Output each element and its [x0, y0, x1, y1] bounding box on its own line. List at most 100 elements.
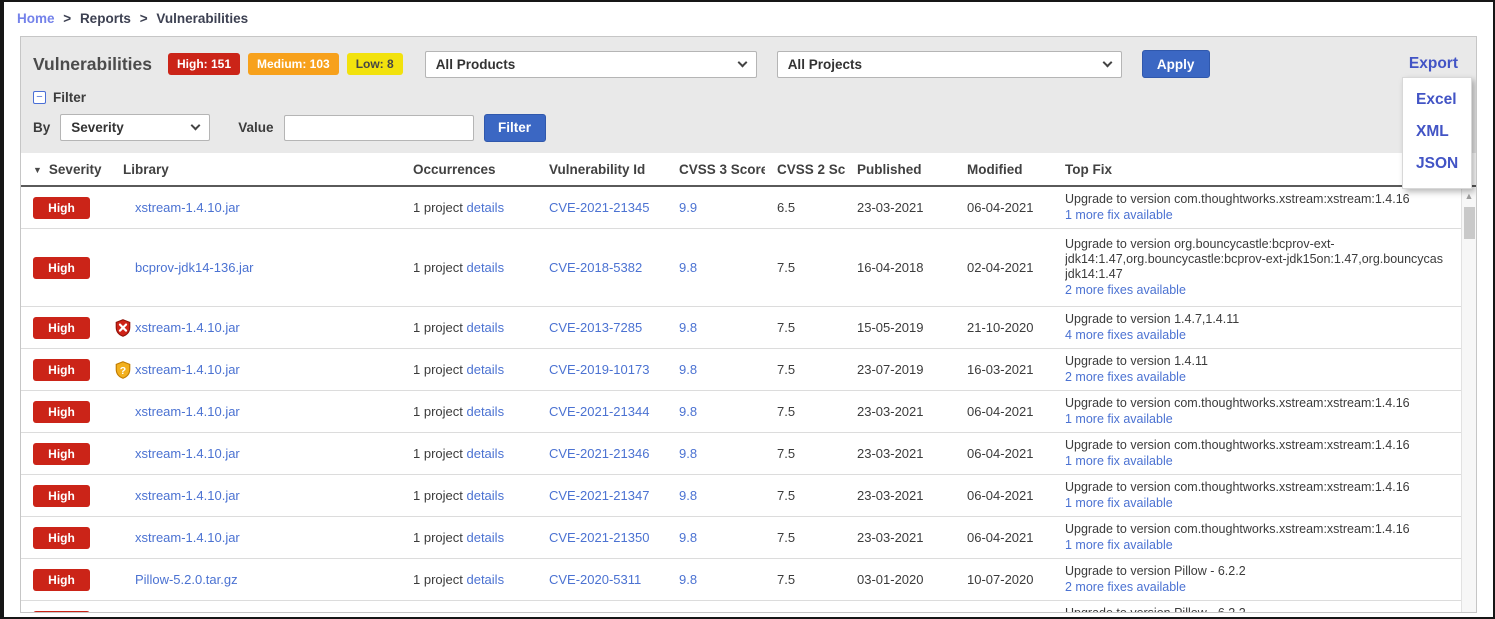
export-menu-item-json[interactable]: JSON	[1416, 148, 1471, 180]
library-link[interactable]: xstream-1.4.10.jar	[135, 488, 240, 503]
severity-badge: High	[33, 569, 90, 591]
collapse-icon[interactable]: −	[33, 91, 46, 104]
cvss2-score-cell: 7.5	[765, 229, 845, 307]
cvss3-score-link[interactable]: 9.8	[679, 362, 697, 377]
more-fixes-link[interactable]: 4 more fixes available	[1065, 328, 1186, 343]
cve-link[interactable]: CVE-2018-5382	[549, 260, 642, 275]
library-link[interactable]: bcprov-jdk14-136.jar	[135, 260, 254, 275]
scroll-up-icon[interactable]: ▲	[1462, 188, 1476, 201]
top-fix-text: Upgrade to version 1.4.11	[1065, 354, 1476, 369]
column-header-occurrences[interactable]: Occurrences	[401, 153, 537, 186]
table-row: Highxstream-1.4.10.jar1 project detailsC…	[21, 433, 1476, 475]
cvss3-score-cell: 9.8	[667, 601, 765, 614]
more-fixes-link[interactable]: 1 more fix available	[1065, 208, 1173, 223]
more-fixes-link[interactable]: 2 more fixes available	[1065, 283, 1186, 298]
library-link[interactable]: xstream-1.4.10.jar	[135, 320, 240, 335]
filter-value-input[interactable]	[284, 115, 474, 141]
scrollbar-thumb[interactable]	[1464, 207, 1475, 239]
occurrences-cell: 1 project details	[401, 433, 537, 475]
top-fix-text: Upgrade to version com.thoughtworks.xstr…	[1065, 192, 1476, 207]
library-cell: xstream-1.4.10.jar	[103, 307, 401, 349]
cve-link[interactable]: CVE-2021-21347	[549, 488, 649, 503]
library-link[interactable]: xstream-1.4.10.jar	[135, 530, 240, 545]
projects-select[interactable]: All Projects	[777, 51, 1122, 78]
library-cell: ?xstream-1.4.10.jar	[103, 349, 401, 391]
vulnerability-id-cell: CVE-2021-21350	[537, 517, 667, 559]
breadcrumb-reports-link[interactable]: Reports	[80, 11, 131, 26]
cvss2-score-cell: 7.5	[765, 433, 845, 475]
library-link[interactable]: xstream-1.4.10.jar	[135, 362, 240, 377]
column-header-modified[interactable]: Modified	[955, 153, 1053, 186]
column-header-severity[interactable]: ▼Severity	[21, 153, 103, 186]
export-link[interactable]: Export	[1409, 55, 1458, 73]
cvss3-score-link[interactable]: 9.8	[679, 488, 697, 503]
details-link[interactable]: details	[466, 200, 504, 215]
column-header-published[interactable]: Published	[845, 153, 955, 186]
filter-by-select[interactable]: Severity	[60, 114, 210, 141]
details-link[interactable]: details	[466, 446, 504, 461]
severity-cell: High	[21, 391, 103, 433]
occurrences-cell: 1 project details	[401, 601, 537, 614]
cvss3-score-link[interactable]: 9.8	[679, 404, 697, 419]
cvss3-score-link[interactable]: 9.8	[679, 320, 697, 335]
export-menu-item-excel[interactable]: Excel	[1416, 84, 1471, 116]
products-select[interactable]: All Products	[425, 51, 757, 78]
more-fixes-link[interactable]: 1 more fix available	[1065, 538, 1173, 553]
more-fixes-link[interactable]: 1 more fix available	[1065, 496, 1173, 511]
filter-button[interactable]: Filter	[484, 114, 546, 142]
published-date-cell: 16-04-2018	[845, 229, 955, 307]
details-link[interactable]: details	[466, 320, 504, 335]
cvss3-score-link[interactable]: 9.8	[679, 260, 697, 275]
cvss2-score-cell: 6.5	[765, 186, 845, 229]
details-link[interactable]: details	[466, 572, 504, 587]
severity-summary-badges: High: 151Medium: 103Low: 8	[168, 53, 403, 75]
more-fixes-link[interactable]: 2 more fixes available	[1065, 370, 1186, 385]
table-row: High?xstream-1.4.10.jar1 project details…	[21, 349, 1476, 391]
cvss3-score-link[interactable]: 9.9	[679, 200, 697, 215]
occurrences-count: 1 project	[413, 200, 466, 215]
published-date-cell: 03-01-2020	[845, 601, 955, 614]
occurrences-cell: 1 project details	[401, 475, 537, 517]
modified-date-cell: 10-07-2020	[955, 559, 1053, 601]
cve-link[interactable]: CVE-2021-21346	[549, 446, 649, 461]
library-link[interactable]: xstream-1.4.10.jar	[135, 200, 240, 215]
column-header-cvss2[interactable]: CVSS 2 Sc...	[765, 153, 845, 186]
occurrences-cell: 1 project details	[401, 349, 537, 391]
cve-link[interactable]: CVE-2021-21350	[549, 530, 649, 545]
cve-link[interactable]: CVE-2013-7285	[549, 320, 642, 335]
severity-badge: High	[33, 257, 90, 279]
details-link[interactable]: details	[466, 404, 504, 419]
cvss3-score-link[interactable]: 9.8	[679, 446, 697, 461]
details-link[interactable]: details	[466, 530, 504, 545]
more-fixes-link[interactable]: 2 more fixes available	[1065, 580, 1186, 595]
column-header-library[interactable]: Library	[103, 153, 401, 186]
vulnerability-id-cell: CVE-2021-21346	[537, 433, 667, 475]
cve-link[interactable]: CVE-2021-21344	[549, 404, 649, 419]
cve-link[interactable]: CVE-2021-21345	[549, 200, 649, 215]
cvss3-score-cell: 9.8	[667, 307, 765, 349]
details-link[interactable]: details	[466, 488, 504, 503]
details-link[interactable]: details	[466, 362, 504, 377]
vertical-scrollbar[interactable]: ▲	[1461, 188, 1476, 613]
library-link[interactable]: xstream-1.4.10.jar	[135, 446, 240, 461]
cve-link[interactable]: CVE-2019-10173	[549, 362, 649, 377]
breadcrumb-home-link[interactable]: Home	[17, 11, 55, 26]
cvss3-score-link[interactable]: 9.8	[679, 530, 697, 545]
more-fixes-link[interactable]: 1 more fix available	[1065, 412, 1173, 427]
column-header-cvss3[interactable]: CVSS 3 Score	[667, 153, 765, 186]
cvss3-score-link[interactable]: 9.8	[679, 572, 697, 587]
table-row: High xstream-1.4.10.jar 1 project details C…	[21, 475, 1476, 517]
cve-link[interactable]: CVE-2020-5311	[549, 572, 641, 587]
apply-button[interactable]: Apply	[1142, 50, 1210, 78]
library-link[interactable]: xstream-1.4.10.jar	[135, 404, 240, 419]
details-link[interactable]: details	[466, 260, 504, 275]
published-date-cell: 23-03-2021	[845, 391, 955, 433]
more-fixes-link[interactable]: 1 more fix available	[1065, 454, 1173, 469]
column-header-vulnerability-id[interactable]: Vulnerability Id	[537, 153, 667, 186]
export-menu-item-xml[interactable]: XML	[1416, 116, 1471, 148]
top-fix-cell: Upgrade to version com.thoughtworks.xstr…	[1053, 391, 1476, 433]
top-fix-text: Upgrade to version org.bouncycastle:bcpr…	[1065, 237, 1476, 282]
severity-cell: High	[21, 475, 103, 517]
library-link[interactable]: Pillow-5.2.0.tar.gz	[135, 572, 238, 587]
occurrences-cell: 1 project details	[401, 559, 537, 601]
